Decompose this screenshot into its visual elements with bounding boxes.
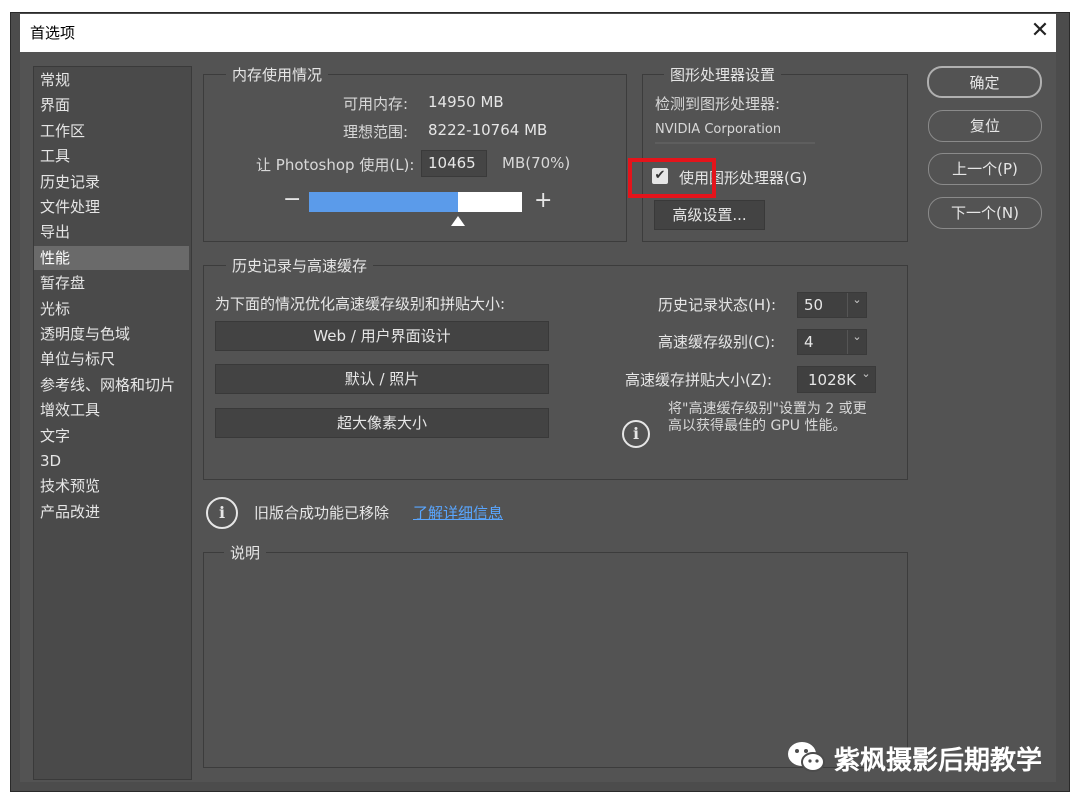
cache-levels-select[interactable]: 4 ⌄ <box>797 329 867 355</box>
sidebar-item[interactable]: 界面 <box>34 93 189 117</box>
legacy-compositing-text: 旧版合成功能已移除 <box>254 504 390 522</box>
detected-gpu-value: NVIDIA Corporation <box>655 122 782 137</box>
description-legend: 说明 <box>224 542 267 563</box>
sidebar-item[interactable]: 透明度与色域 <box>34 322 189 346</box>
sidebar-item[interactable]: 增效工具 <box>34 398 189 422</box>
learn-more-link[interactable]: 了解详细信息 <box>413 502 503 523</box>
ok-button[interactable]: 确定 <box>927 66 1042 98</box>
preset-huge-pixel-button[interactable]: 超大像素大小 <box>215 408 549 438</box>
memory-slider-track[interactable] <box>309 192 522 212</box>
chevron-down-icon: ⌄ <box>861 367 871 380</box>
advanced-settings-button[interactable]: 高级设置... <box>654 200 765 230</box>
cache-levels-label: 高速缓存级别(C): <box>658 333 776 351</box>
info-icon: i <box>206 497 238 529</box>
memory-allocation-value: 10465 <box>428 154 476 172</box>
sidebar-item[interactable]: 技术预览 <box>34 474 189 498</box>
sidebar-item[interactable]: 光标 <box>34 297 189 321</box>
info-icon: i <box>622 420 650 448</box>
reset-button[interactable]: 复位 <box>928 110 1042 142</box>
increase-memory-button[interactable]: + <box>534 188 552 213</box>
history-cache-legend: 历史记录与高速缓存 <box>226 255 374 276</box>
memory-slider-fill <box>309 192 459 212</box>
sidebar-item[interactable]: 历史记录 <box>34 170 189 194</box>
detected-gpu-label: 检测到图形处理器: <box>655 95 781 113</box>
memory-usage-legend: 内存使用情况 <box>226 64 329 85</box>
history-states-select[interactable]: 50 ⌄ <box>797 292 867 318</box>
chevron-down-icon: ⌄ <box>847 330 866 354</box>
wechat-logo-icon <box>786 738 826 776</box>
preset-default-photo-button[interactable]: 默认 / 照片 <box>215 364 549 394</box>
sidebar-item[interactable]: 文件处理 <box>34 195 189 219</box>
cache-levels-value: 4 <box>804 333 814 351</box>
sidebar-item[interactable]: 文字 <box>34 424 189 448</box>
sidebar-item[interactable]: 工作区 <box>34 119 189 143</box>
photoshop-memory-label: 让 Photoshop 使用(L): <box>256 156 415 174</box>
sidebar-item[interactable]: 性能 <box>34 245 189 270</box>
decrease-memory-button[interactable]: − <box>283 187 301 212</box>
cache-tile-size-value: 1028K <box>808 371 857 389</box>
sidebar-item[interactable]: 产品改进 <box>34 500 189 524</box>
description-group <box>203 552 908 768</box>
ideal-range-value: 8222-10764 MB <box>428 121 548 139</box>
sidebar-item[interactable]: 常规 <box>34 68 189 92</box>
cache-tile-size-select[interactable]: 1028K ⌄ <box>797 366 876 393</box>
memory-slider-thumb[interactable] <box>451 216 466 226</box>
history-states-value: 50 <box>804 296 824 314</box>
watermark-text: 紫枫摄影后期教学 <box>834 746 1043 776</box>
ideal-range-label: 理想范围: <box>343 123 409 141</box>
sidebar-item[interactable]: 暂存盘 <box>34 271 189 295</box>
title-bar <box>20 14 1056 52</box>
memory-allocation-input[interactable]: 10465 <box>421 150 487 177</box>
gpu-name-blur <box>655 142 815 144</box>
chevron-down-icon: ⌄ <box>847 293 866 317</box>
highlight-box <box>628 158 716 198</box>
gpu-cache-tip-line2: 高以获得最佳的 GPU 性能。 <box>668 418 847 434</box>
close-icon[interactable]: ✕ <box>1026 16 1054 46</box>
memory-percent-label: MB(70%) <box>502 154 571 172</box>
sidebar-item[interactable]: 3D <box>34 449 189 473</box>
next-button[interactable]: 下一个(N) <box>928 197 1042 229</box>
cache-tile-size-label: 高速缓存拼贴大小(Z): <box>625 371 773 389</box>
available-memory-value: 14950 MB <box>428 93 504 111</box>
preset-web-ui-button[interactable]: Web / 用户界面设计 <box>215 321 549 351</box>
gpu-settings-legend: 图形处理器设置 <box>664 64 782 85</box>
sidebar-item[interactable]: 单位与标尺 <box>34 347 189 371</box>
previous-button[interactable]: 上一个(P) <box>928 153 1042 185</box>
available-memory-label: 可用内存: <box>343 95 409 113</box>
dialog-title: 首选项 <box>30 24 76 42</box>
sidebar-item[interactable]: 参考线、网格和切片 <box>34 373 189 397</box>
gpu-cache-tip-line1: 将"高速缓存级别"设置为 2 或更 <box>668 401 867 417</box>
optimize-cache-label: 为下面的情况优化高速缓存级别和拼贴大小: <box>215 295 506 313</box>
sidebar-item[interactable]: 工具 <box>34 144 189 168</box>
history-states-label: 历史记录状态(H): <box>658 296 777 314</box>
sidebar-item[interactable]: 导出 <box>34 220 189 244</box>
gpu-cache-tip: 将"高速缓存级别"设置为 2 或更 高以获得最佳的 GPU 性能。 <box>668 401 867 435</box>
